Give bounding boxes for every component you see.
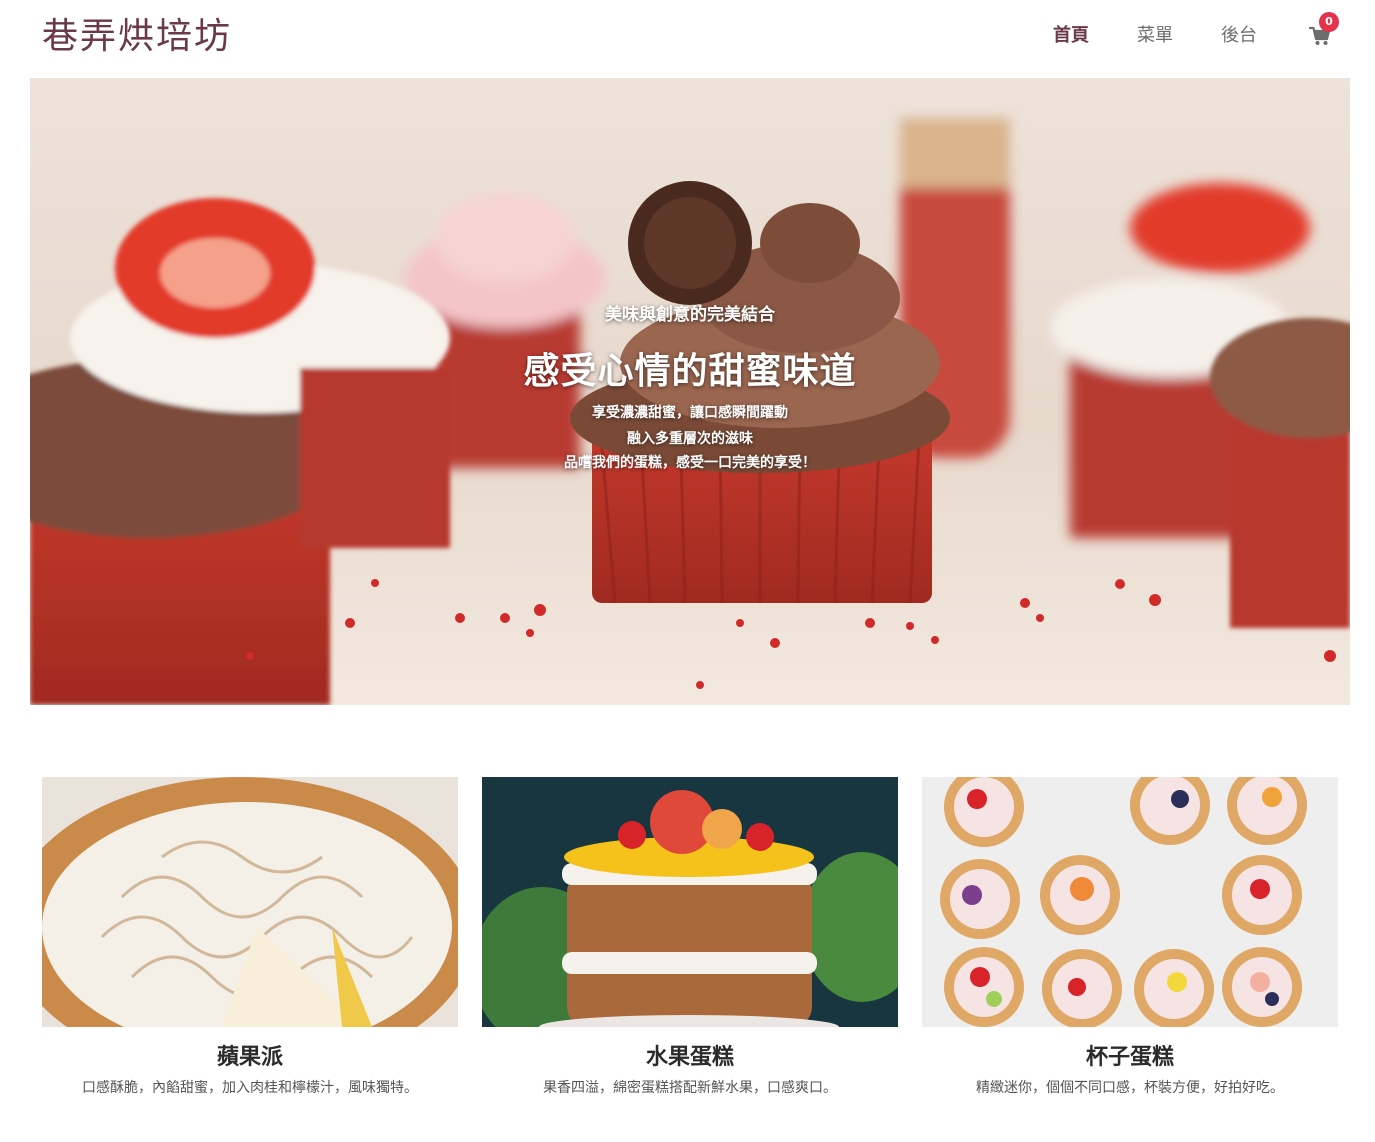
- hero-desc-line: 融入多重層次的滋味: [627, 431, 753, 447]
- product-name: 杯子蛋糕: [1085, 1045, 1174, 1070]
- decorated-mini-tarts-image: [922, 777, 1338, 1027]
- product-desc: 口感酥脆，內餡甜蜜，加入肉桂和檸檬汁，風味獨特。: [82, 1080, 418, 1096]
- product-cards: 蘋果派 口感酥脆，內餡甜蜜，加入肉桂和檸檬汁，風味獨特。 水果蛋糕 果香四溢，綿…: [42, 777, 1338, 1117]
- nav-home[interactable]: 首頁: [1053, 18, 1089, 54]
- hero-banner: 美味與創意的完美結合 感受心情的甜蜜味道 享受濃濃甜蜜，讓口感瞬間躍動 融入多重…: [30, 78, 1350, 705]
- product-name: 水果蛋糕: [645, 1045, 734, 1070]
- main-nav: 首頁 菜單 後台 0: [1005, 12, 1339, 54]
- product-name: 蘋果派: [216, 1045, 283, 1070]
- nav-admin[interactable]: 後台: [1221, 18, 1257, 54]
- hero-desc-line: 品嚐我們的蛋糕，感受一口完美的享受！: [564, 455, 816, 471]
- cart-button[interactable]: 0: [1309, 12, 1339, 54]
- product-card-cupcake[interactable]: 杯子蛋糕 精緻迷你，個個不同口感，杯裝方便，好拍好吃。: [922, 777, 1338, 1117]
- product-desc: 精緻迷你，個個不同口感，杯裝方便，好拍好吃。: [976, 1080, 1284, 1096]
- brand-logo[interactable]: 巷弄烘培坊: [42, 12, 232, 62]
- hero-eyebrow: 美味與創意的完美結合: [605, 305, 775, 325]
- fruit-layer-cake-image: [482, 777, 898, 1027]
- site-header: 巷弄烘培坊 首頁 菜單 後台 0: [0, 0, 1375, 78]
- nav-menu[interactable]: 菜單: [1137, 18, 1173, 54]
- hero-desc-line: 享受濃濃甜蜜，讓口感瞬間躍動: [592, 405, 788, 421]
- hero-title: 感受心情的甜蜜味道: [523, 351, 857, 392]
- meringue-pie-image: [42, 777, 458, 1027]
- product-desc: 果香四溢，綿密蛋糕搭配新鮮水果，口感爽口。: [543, 1080, 837, 1096]
- product-card-fruit-cake[interactable]: 水果蛋糕 果香四溢，綿密蛋糕搭配新鮮水果，口感爽口。: [482, 777, 898, 1117]
- cart-count-badge: 0: [1319, 12, 1339, 32]
- product-card-apple-pie[interactable]: 蘋果派 口感酥脆，內餡甜蜜，加入肉桂和檸檬汁，風味獨特。: [42, 777, 458, 1117]
